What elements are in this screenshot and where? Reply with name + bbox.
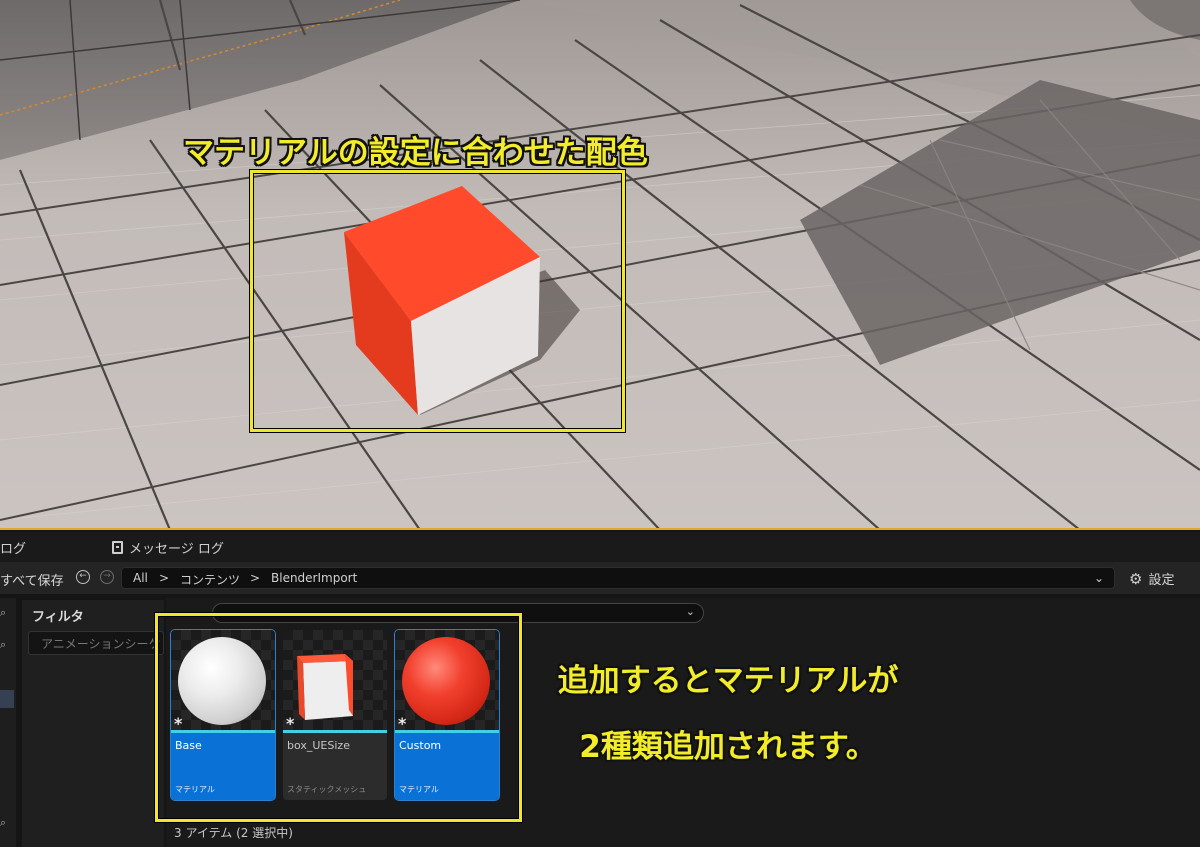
- annotation-line-1: 追加するとマテリアルが: [557, 663, 899, 699]
- annotation-text: 追加するとマテリアルが 2種類追加されます。: [548, 648, 908, 780]
- tab-message-log-label: メッセージ ログ: [129, 542, 224, 557]
- settings-button[interactable]: ⚙ 設定: [1129, 569, 1175, 589]
- chevron-down-icon[interactable]: ⌄: [1094, 571, 1104, 585]
- selected-folder-marker[interactable]: [0, 690, 14, 708]
- filter-search-input[interactable]: アニメーションシーケ: [28, 631, 164, 655]
- viewport-annotation-title: マテリアルの設定に合わせた配色: [183, 135, 648, 171]
- breadcrumb-separator-icon[interactable]: >: [250, 571, 260, 585]
- message-log-icon: [112, 541, 123, 554]
- save-all-button[interactable]: すべて保存: [0, 570, 64, 589]
- breadcrumb-content[interactable]: コンテンツ: [180, 571, 240, 588]
- chevron-down-icon[interactable]: ⌄: [686, 605, 695, 618]
- settings-label: 設定: [1148, 573, 1175, 588]
- search-icon[interactable]: ⌕: [0, 638, 14, 652]
- level-viewport[interactable]: マテリアルの設定に合わせた配色: [0, 0, 1200, 530]
- highlight-box-assets: [155, 613, 522, 822]
- breadcrumb-blenderimport[interactable]: BlenderImport: [271, 571, 357, 585]
- tab-output-log[interactable]: ログ: [0, 538, 26, 557]
- bottom-tab-bar: ログ メッセージ ログ: [0, 532, 1200, 562]
- content-browser-toolbar: すべて保存 ← → All > コンテンツ > BlenderImport ⌄ …: [0, 562, 1200, 594]
- breadcrumb[interactable]: All > コンテンツ > BlenderImport ⌄: [121, 567, 1115, 589]
- item-count-status: 3 アイテム (2 選択中): [174, 826, 293, 840]
- filter-panel-title: フィルタ: [32, 610, 84, 625]
- search-icon[interactable]: ⌕: [0, 606, 14, 620]
- search-icon[interactable]: ⌕: [0, 816, 14, 830]
- breadcrumb-all[interactable]: All: [133, 571, 148, 585]
- gear-icon: ⚙: [1129, 569, 1143, 588]
- highlight-box-cube: [250, 170, 625, 432]
- forward-arrow-icon[interactable]: →: [100, 570, 114, 584]
- annotation-line-2: 2種類追加されます。: [579, 729, 877, 765]
- tab-message-log[interactable]: メッセージ ログ: [112, 538, 224, 557]
- back-arrow-icon[interactable]: ←: [76, 570, 90, 584]
- sources-panel-collapsed: ⌕ ⌕ ⌕: [0, 598, 16, 847]
- breadcrumb-separator-icon[interactable]: >: [159, 571, 169, 585]
